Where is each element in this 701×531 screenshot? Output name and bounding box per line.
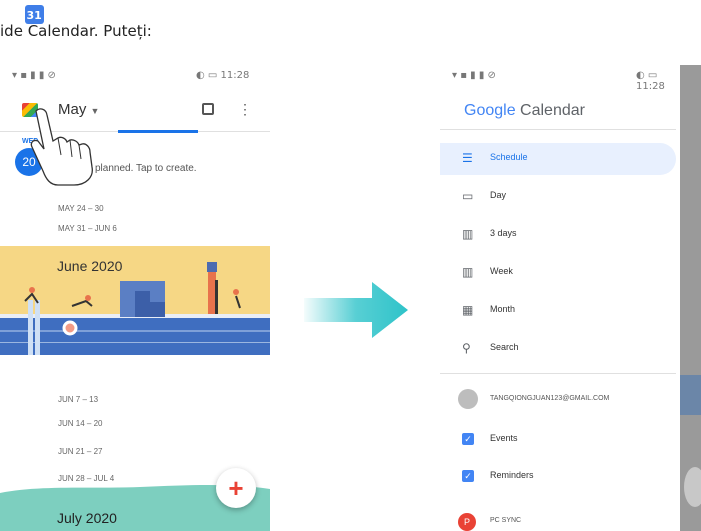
month-icon: ▦ [462,303,474,317]
week-range-row[interactable]: JUN 21 – 27 [58,447,102,456]
scroll-indicator [118,130,198,133]
three-days-icon: ▥ [462,227,474,241]
google-calendar-logo: Google Calendar [464,102,585,119]
navigation-drawer: ▾ ▪ ▮ ▮ ⊘ ◐ ▭ 11:28 Google Calendar ☰ Sc… [440,65,680,531]
nav-item-day[interactable]: ▭ Day [440,181,676,213]
calendar-reminders-label: Reminders [490,470,534,480]
status-icons-left: ▾ ▪ ▮ ▮ ⊘ [452,70,496,81]
status-bar-right: ◐ ▭ 11:28 [636,70,665,92]
more-options-icon[interactable]: ⋮ [238,101,252,118]
right-arrow-icon [304,282,408,338]
calendar-schedule-screen: ▾ ▪ ▮ ▮ ⊘ ◐ ▭ 11:28 May ▼ ⋮ WED 20 plann… [0,65,270,531]
tapping-hand-illustration [30,108,93,186]
pc-sync-avatar: P [458,513,476,531]
nav-item-schedule[interactable]: ☰ Schedule [440,143,676,175]
summer-pool-illustration [0,262,270,355]
week-range-row[interactable]: MAY 24 – 30 [58,204,104,213]
status-bar-right: ◐ ▭ 11:28 [196,70,250,81]
instruction-text: ide 31 Calendar. Puteți: [0,5,152,40]
drawer-divider [440,373,676,374]
calendar-app-icon: 31 [24,5,44,24]
week-range-row[interactable]: JUN 14 – 20 [58,419,102,428]
nav-item-week[interactable]: ▥ Week [440,257,676,289]
nav-item-3-days[interactable]: ▥ 3 days [440,219,676,251]
week-range-row[interactable]: MAY 31 – JUN 6 [58,224,117,233]
events-checkbox[interactable]: ✓ [462,433,474,445]
week-range-row[interactable]: JUN 7 – 13 [58,395,98,404]
week-icon: ▥ [462,265,474,279]
empty-day-prompt[interactable]: planned. Tap to create. [95,163,197,174]
drawer-scrim[interactable] [680,65,701,531]
calendar-events-label: Events [490,433,518,443]
today-icon[interactable] [202,103,214,115]
june-month-banner: June 2020 [0,246,270,355]
schedule-icon: ☰ [462,151,473,165]
reminders-checkbox[interactable]: ✓ [462,470,474,482]
status-icons-left: ▾ ▪ ▮ ▮ ⊘ [12,70,56,81]
banner-month-title: July 2020 [57,510,117,526]
drawer-divider [440,129,676,130]
create-event-fab[interactable]: + [216,468,256,508]
nav-item-search[interactable]: ⚲ Search [440,333,676,365]
nav-item-month[interactable]: ▦ Month [440,295,676,327]
pc-sync-label[interactable]: PC SYNC [490,517,521,524]
account-avatar [458,389,478,409]
account-email[interactable]: TANGQIONGJUAN123@GMAIL.COM [490,395,609,402]
search-icon: ⚲ [462,341,471,355]
day-icon: ▭ [462,189,474,203]
